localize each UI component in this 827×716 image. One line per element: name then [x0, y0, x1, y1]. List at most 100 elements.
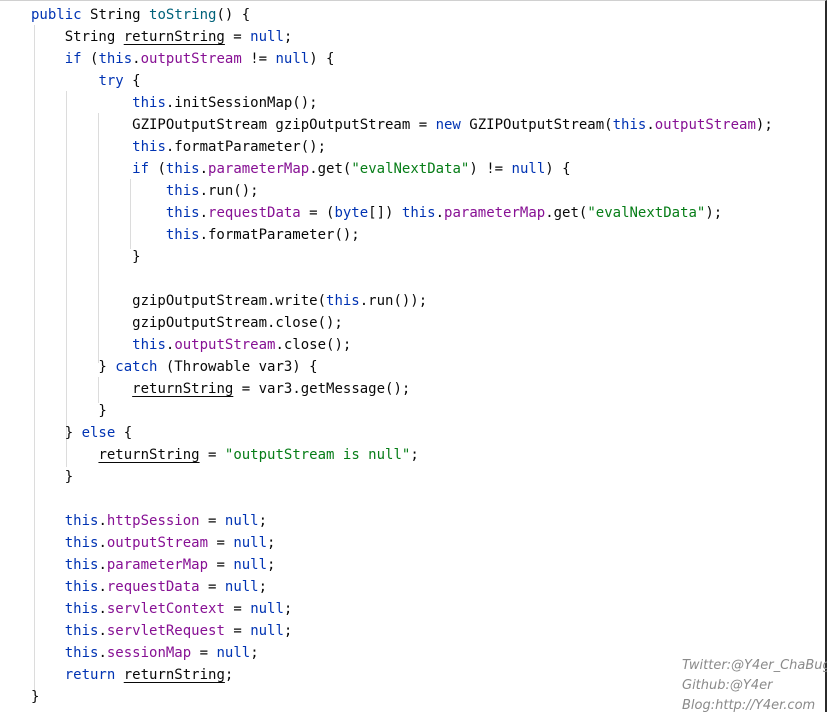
code-token: = var3.getMessage();	[233, 381, 411, 397]
code-line: this.formatParameter();	[31, 224, 773, 246]
code-token: .	[646, 117, 655, 133]
code-token: null	[250, 601, 284, 617]
code-token: ) !=	[469, 161, 512, 177]
code-token: this	[132, 95, 166, 111]
code-token: .	[98, 579, 107, 595]
code-token: (	[157, 161, 166, 177]
code-token: null	[216, 645, 251, 661]
code-token: byte	[334, 205, 369, 221]
editor-frame: public String toString() { String return…	[0, 0, 827, 712]
code-token: }	[31, 469, 74, 485]
code-token: }	[31, 403, 107, 419]
code-token: gzipOutputStream.close();	[31, 315, 343, 331]
code-line: this.outputStream = null;	[31, 532, 773, 554]
code-token: parameterMap	[106, 557, 209, 573]
code-token: =	[208, 535, 234, 551]
code-token: =	[199, 513, 225, 529]
code-token: try	[98, 73, 133, 89]
code-token: .run());	[359, 293, 428, 309]
code-token: returnString	[123, 29, 225, 45]
code-line: this.parameterMap = null;	[31, 554, 773, 576]
code-line: }	[31, 400, 773, 422]
code-line: if (this.parameterMap.get("evalNextData"…	[31, 158, 773, 180]
code-token: ) {	[545, 161, 571, 177]
code-line: this.initSessionMap();	[31, 92, 773, 114]
code-token: ) {	[309, 51, 335, 67]
watermark-blog: Blog:http://Y4er.com	[682, 698, 816, 713]
code-token: requestData	[106, 579, 200, 595]
code-token: "outputStream is null"	[224, 447, 411, 463]
code-token: ;	[283, 29, 293, 45]
code-token: null	[233, 535, 268, 551]
code-token: .run();	[199, 183, 259, 199]
code-token: public	[31, 7, 91, 23]
code-token: toString	[149, 7, 217, 23]
code-token: ;	[258, 579, 268, 595]
code-token: .	[199, 161, 209, 177]
code-line: } else {	[31, 422, 773, 444]
code-token: outputStream	[174, 337, 276, 353]
code-token: .	[199, 205, 209, 221]
code-token: {	[123, 425, 133, 441]
code-token: .	[98, 513, 107, 529]
code-token: }	[31, 689, 40, 705]
code-line: this.requestData = (byte[]) this.paramet…	[31, 202, 773, 224]
code-line: } catch (Throwable var3) {	[31, 356, 773, 378]
code-token: this	[165, 205, 200, 221]
code-token: GZIPOutputStream(	[469, 117, 613, 133]
code-token: .formatParameter();	[165, 139, 327, 155]
code-line: try {	[31, 70, 773, 92]
code-line: return returnString;	[31, 664, 773, 686]
code-token: .initSessionMap();	[165, 95, 318, 111]
code-token: null	[250, 623, 284, 639]
code-token: .	[98, 557, 107, 573]
code-token: this	[165, 161, 200, 177]
code-token: {	[132, 73, 141, 89]
code-token: .	[98, 645, 107, 661]
watermark-github: Github:@Y4er	[682, 678, 773, 693]
code-editor[interactable]: public String toString() { String return…	[31, 4, 773, 708]
code-line: this.servletContext = null;	[31, 598, 773, 620]
code-token: GZIPOutputStream gzipOutputStream =	[31, 117, 436, 133]
code-token: catch	[115, 359, 166, 375]
code-token: this	[64, 579, 99, 595]
code-token: return	[64, 667, 124, 683]
code-line: returnString = var3.getMessage();	[31, 378, 773, 400]
code-token: outputStream	[106, 535, 209, 551]
code-token: }	[31, 425, 82, 441]
code-token: (Throwable var3) {	[165, 359, 318, 375]
code-token: .formatParameter();	[199, 227, 360, 243]
code-token: this	[64, 645, 99, 661]
code-token: this	[64, 535, 99, 551]
code-token: =	[224, 623, 251, 639]
code-token: null	[224, 513, 259, 529]
watermark: Twitter:@Y4er_ChaBug Github:@Y4er Blog:h…	[682, 656, 827, 716]
code-token: () {	[216, 7, 251, 23]
code-token: .	[98, 601, 107, 617]
code-token: null	[224, 579, 259, 595]
code-token: .	[132, 51, 141, 67]
code-token: =	[208, 557, 234, 573]
code-token: .	[98, 623, 107, 639]
code-line: this.httpSession = null;	[31, 510, 773, 532]
code-token: if	[132, 161, 158, 177]
code-token: .get(	[309, 161, 352, 177]
code-token: parameterMap	[208, 161, 310, 177]
code-line: GZIPOutputStream gzipOutputStream = new …	[31, 114, 773, 136]
code-line: this.run();	[31, 180, 773, 202]
